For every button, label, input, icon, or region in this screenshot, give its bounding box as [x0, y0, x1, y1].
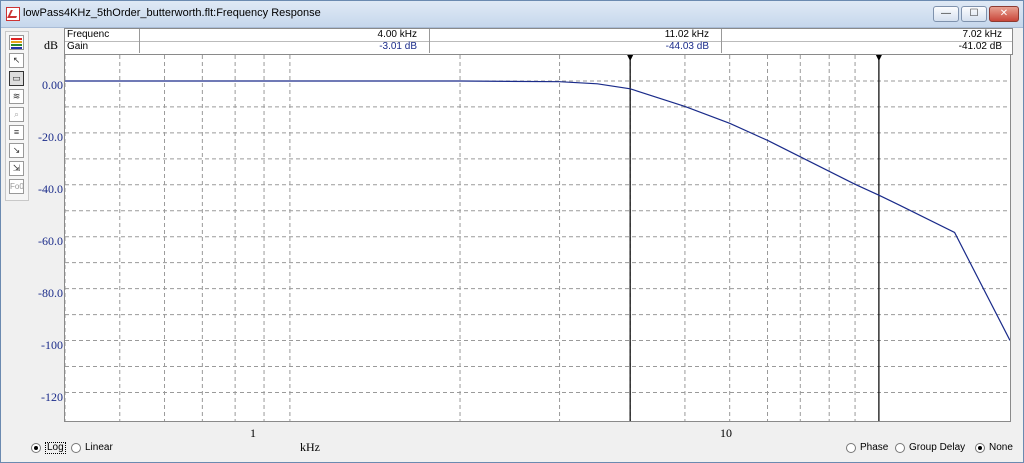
phase-radio[interactable]: Phase — [846, 442, 891, 454]
radio-label: None — [989, 442, 1013, 453]
log-scale-radio[interactable]: Log — [31, 442, 71, 454]
x-tick-label: 1 — [250, 426, 256, 440]
readout-row-gain: Gain -3.01 dB -44.03 dB -41.02 dB — [65, 41, 1012, 53]
radio-label: Log — [45, 442, 66, 454]
radio-dot — [31, 443, 41, 453]
window-title: lowPass4KHz_5thOrder_butterworth.flt:Fre… — [23, 7, 321, 19]
readout-row-label: Frequenc — [65, 29, 140, 41]
cursor-marker — [875, 55, 882, 61]
y-tick-label: -80.0 — [38, 286, 63, 300]
waveform-icon[interactable]: ≋ — [9, 89, 24, 104]
cursor-marker — [627, 55, 634, 61]
select-box-icon[interactable]: ▭ — [9, 71, 24, 86]
title-bar[interactable]: lowPass4KHz_5thOrder_butterworth.flt:Fre… — [1, 1, 1023, 28]
y-tick-label: 0.00 — [42, 78, 63, 92]
pointer-icon[interactable]: ↖ — [9, 53, 24, 68]
radio-label: Phase — [860, 442, 889, 453]
close-button[interactable]: ✕ — [989, 6, 1019, 22]
x-tick-label: 10 — [720, 426, 732, 440]
app-icon — [6, 7, 20, 21]
f0-icon[interactable]: Fo0 — [9, 179, 24, 194]
cursor1-frequency: 4.00 kHz — [140, 29, 430, 41]
color-palette-icon[interactable] — [9, 35, 24, 50]
plot-canvas[interactable] — [65, 55, 1010, 421]
document-icon[interactable]: ≡ — [9, 125, 24, 140]
radio-dot — [975, 443, 985, 453]
y-tick-label: -100 — [41, 338, 63, 352]
group-delay-radio[interactable]: Group Delay — [895, 442, 965, 454]
minimize-button[interactable]: — — [933, 6, 959, 22]
frequency-response-plot[interactable] — [64, 54, 1011, 422]
y-tick-label: -20.0 — [38, 130, 63, 144]
cursor1-gain: -3.01 dB — [140, 41, 430, 53]
cursor-step-icon[interactable]: ↘ — [9, 143, 24, 158]
radio-label: Group Delay — [909, 442, 966, 453]
y-unit-label: dB — [44, 38, 59, 52]
radio-dot — [71, 443, 81, 453]
linear-scale-radio[interactable]: Linear — [71, 442, 121, 454]
cursor-readout: Frequenc 4.00 kHz 11.02 kHz 7.02 kHz Gai… — [64, 28, 1013, 55]
maximize-button[interactable]: ☐ — [961, 6, 987, 22]
cursor-jump-icon[interactable]: ⇲ — [9, 161, 24, 176]
none-radio[interactable]: None — [975, 442, 1015, 454]
cursor-delta-gain: -41.02 dB — [958, 41, 1002, 52]
cursor2-frequency: 11.02 kHz — [430, 29, 722, 41]
frequency-response-window: lowPass4KHz_5thOrder_butterworth.flt:Fre… — [0, 0, 1024, 463]
y-tick-label: -40.0 — [38, 182, 63, 196]
y-tick-label: -60.0 — [38, 234, 63, 248]
radio-dot — [846, 443, 856, 453]
readout-row-label: Gain — [65, 41, 140, 53]
y-tick-label: -120 — [41, 390, 63, 404]
radio-label: Linear — [85, 442, 113, 453]
cursor-delta-frequency: 7.02 kHz — [962, 29, 1002, 40]
zoom-icon[interactable]: ⌕ — [9, 107, 24, 122]
radio-dot — [895, 443, 905, 453]
x-axis-label: kHz — [300, 440, 320, 454]
cursor2-gain: -44.03 dB — [430, 41, 722, 53]
tool-palette: ↖ ▭ ≋ ⌕ ≡ ↘ ⇲ Fo0 — [5, 31, 29, 201]
